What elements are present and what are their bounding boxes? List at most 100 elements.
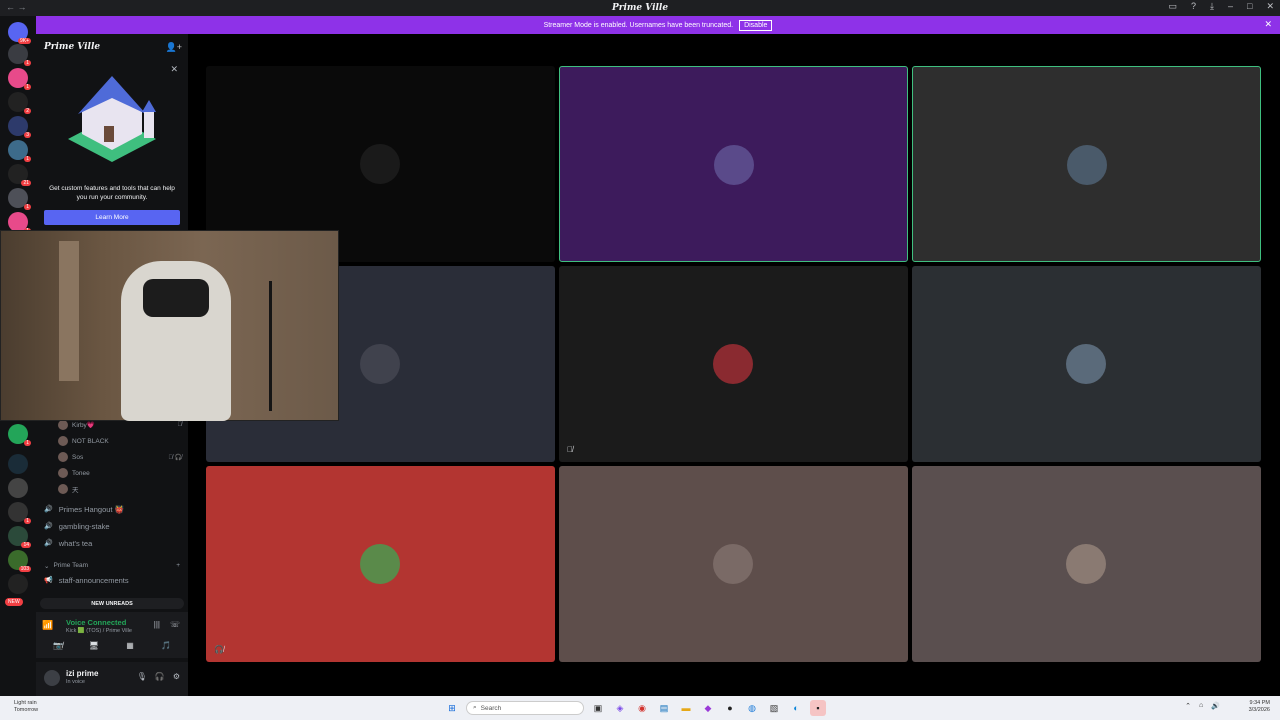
badge-count: 103: [18, 566, 31, 572]
server-name[interactable]: Prime Ville: [44, 42, 100, 52]
chrome-icon[interactable]: ◉: [634, 700, 650, 716]
server-icon[interactable]: 14: [8, 526, 31, 548]
avatar: [714, 145, 754, 185]
server-icon[interactable]: 3: [8, 116, 31, 138]
clock[interactable]: 9:34 PM 3/3/2026: [1249, 700, 1270, 714]
close-banner-icon[interactable]: ✕: [1264, 19, 1272, 30]
microphone-icon[interactable]: 🎙: [137, 672, 147, 681]
participant-tile[interactable]: [912, 466, 1261, 662]
house-illustration: [68, 76, 156, 162]
volume-icon[interactable]: 🔊: [1211, 702, 1220, 710]
noise-suppression-icon[interactable]: |||: [154, 620, 160, 629]
server-icon[interactable]: 2: [8, 92, 31, 114]
voice-channel[interactable]: 🔊 what's tea: [44, 535, 92, 551]
avatar: [58, 484, 68, 494]
task-view-icon[interactable]: ▣: [590, 700, 606, 716]
voice-user[interactable]: 天: [58, 482, 182, 496]
deafened-icon: 🎧̸: [214, 645, 224, 654]
category-header[interactable]: ⌄ Prime Team +: [44, 562, 180, 570]
app-icon[interactable]: ▧: [766, 700, 782, 716]
server-icon[interactable]: 1: [8, 212, 31, 234]
invite-icon[interactable]: 👤+: [166, 42, 182, 53]
search-box[interactable]: ⌕ Search: [466, 701, 584, 715]
server-icon[interactable]: 103: [8, 550, 31, 572]
avatar: [713, 544, 753, 584]
avatar[interactable]: [44, 670, 60, 686]
add-channel-icon[interactable]: +: [176, 562, 180, 570]
avatar: [360, 544, 400, 584]
new-pill[interactable]: NEW: [5, 598, 23, 606]
server-icon[interactable]: 1: [8, 188, 31, 210]
signal-icon[interactable]: 📶: [42, 620, 53, 631]
app-icon[interactable]: ◍: [744, 700, 760, 716]
minimize-button[interactable]: –: [1228, 1, 1233, 12]
store-icon[interactable]: ▤: [656, 700, 672, 716]
voice-channel[interactable]: 🔊 Primes Hangout 👹: [44, 501, 124, 517]
weather-widget[interactable]: Light rain Tomorrow: [14, 700, 38, 714]
copilot-icon[interactable]: ◈: [612, 700, 628, 716]
server-icon[interactable]: 1: [8, 68, 31, 90]
app-icon[interactable]: ◆: [700, 700, 716, 716]
disconnect-icon[interactable]: ☏: [170, 620, 180, 629]
network-icon[interactable]: ⌂: [1199, 702, 1203, 710]
voice-channel[interactable]: 🔊 gambling-stake: [44, 518, 110, 534]
server-icon[interactable]: [8, 574, 28, 594]
learn-more-button[interactable]: Learn More: [44, 210, 180, 225]
search-icon: ⌕: [473, 704, 477, 711]
soundboard-button[interactable]: 🎵: [150, 641, 182, 655]
edge-icon[interactable]: ◐: [788, 700, 804, 716]
voice-user-name: Kirby💗: [72, 422, 95, 429]
avatar: [1066, 544, 1106, 584]
avatar: [360, 144, 400, 184]
badge-count: 1: [24, 440, 31, 446]
close-icon[interactable]: ✕: [170, 64, 178, 75]
avatar: [58, 420, 68, 430]
avatar: [58, 436, 68, 446]
screen-share-button[interactable]: 🖥: [78, 641, 110, 655]
voice-user[interactable]: Sos 🎙̸ 🎧̸: [58, 450, 182, 464]
system-tray: ⌃ ⌂ 🔊: [1185, 702, 1220, 710]
stake-server-icon[interactable]: [8, 454, 28, 474]
participant-tile[interactable]: [912, 266, 1261, 462]
app-icon[interactable]: ●: [722, 700, 738, 716]
server-icon[interactable]: 1: [8, 44, 31, 66]
server-icon[interactable]: 1: [8, 140, 31, 162]
server-icon[interactable]: 1: [8, 502, 31, 524]
settings-gear-icon[interactable]: ⚙: [173, 672, 180, 681]
text-channel[interactable]: 📢 staff-announcements: [44, 572, 129, 588]
channel-name: what's tea: [58, 538, 93, 548]
voice-user-name: Tonee: [72, 469, 90, 477]
voice-user[interactable]: Tonee: [58, 466, 182, 480]
speaker-icon: 🔊: [44, 540, 53, 547]
badge-count: 1: [24, 156, 31, 162]
maximize-button[interactable]: □: [1247, 1, 1252, 12]
activities-button[interactable]: ▦: [114, 641, 146, 655]
active-app-icon[interactable]: ▪: [810, 700, 826, 716]
server-icon[interactable]: 1: [8, 424, 31, 446]
inbox-icon[interactable]: ▭: [1168, 1, 1177, 12]
participant-tile-speaking[interactable]: [559, 66, 908, 262]
user-name: izi prime: [66, 669, 99, 678]
headphones-icon[interactable]: 🎧: [155, 672, 165, 681]
close-window-button[interactable]: ✕: [1266, 1, 1274, 12]
download-icon[interactable]: ⤓: [1210, 1, 1214, 12]
start-icon[interactable]: ⊞: [444, 700, 460, 716]
new-unreads-pill[interactable]: NEW UNREADS: [40, 598, 184, 609]
camera-off-button[interactable]: 📷̸: [42, 641, 74, 655]
home-icon[interactable]: 9K+: [8, 22, 31, 44]
participant-tile[interactable]: 🎧̸: [206, 466, 555, 662]
voice-user[interactable]: NOT BLACK: [58, 434, 182, 448]
participant-tile-speaking[interactable]: [912, 66, 1261, 262]
participant-tile[interactable]: 🎙̸: [559, 266, 908, 462]
app-titlebar: ← → Prime Ville ▭ ? ⤓ – □ ✕: [0, 0, 1280, 16]
avatar: [58, 468, 68, 478]
file-explorer-icon[interactable]: ▬: [678, 700, 694, 716]
server-icon[interactable]: [8, 478, 28, 498]
server-icon[interactable]: 21: [8, 164, 31, 186]
participant-tile[interactable]: [559, 466, 908, 662]
promo-text: Get custom features and tools that can h…: [49, 185, 175, 201]
help-icon[interactable]: ?: [1191, 1, 1196, 12]
disable-streamer-button[interactable]: Disable: [739, 19, 773, 31]
badge-count: 3: [24, 132, 31, 138]
chevron-up-icon[interactable]: ⌃: [1185, 702, 1191, 710]
